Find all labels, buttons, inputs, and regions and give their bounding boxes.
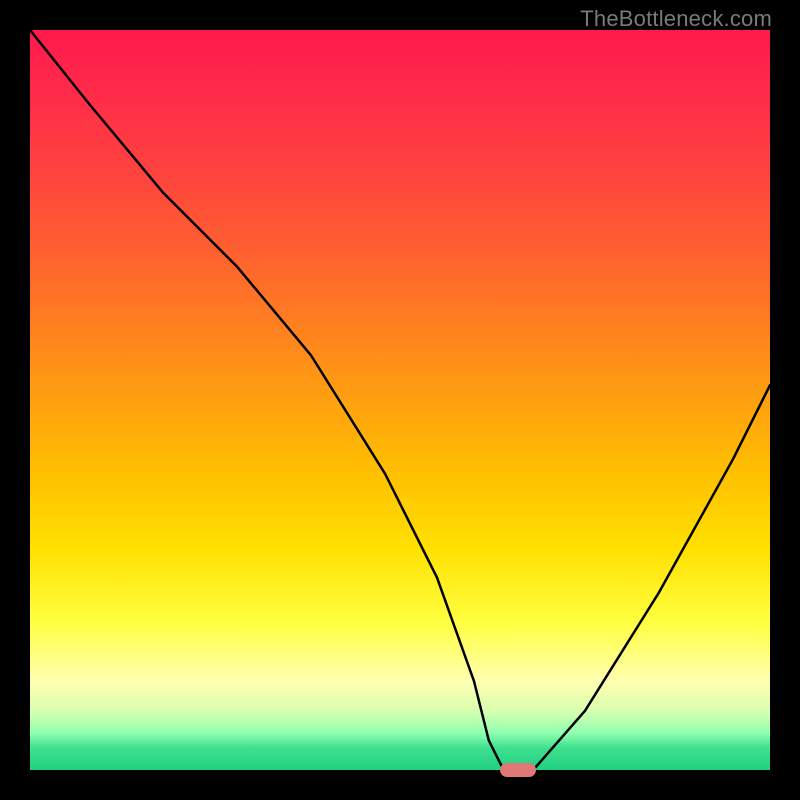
curve-svg (30, 30, 770, 770)
optimal-marker (500, 763, 536, 777)
plot-area (30, 30, 770, 770)
bottleneck-curve (30, 30, 770, 770)
watermark-text: TheBottleneck.com (580, 6, 772, 32)
chart-frame: TheBottleneck.com (0, 0, 800, 800)
